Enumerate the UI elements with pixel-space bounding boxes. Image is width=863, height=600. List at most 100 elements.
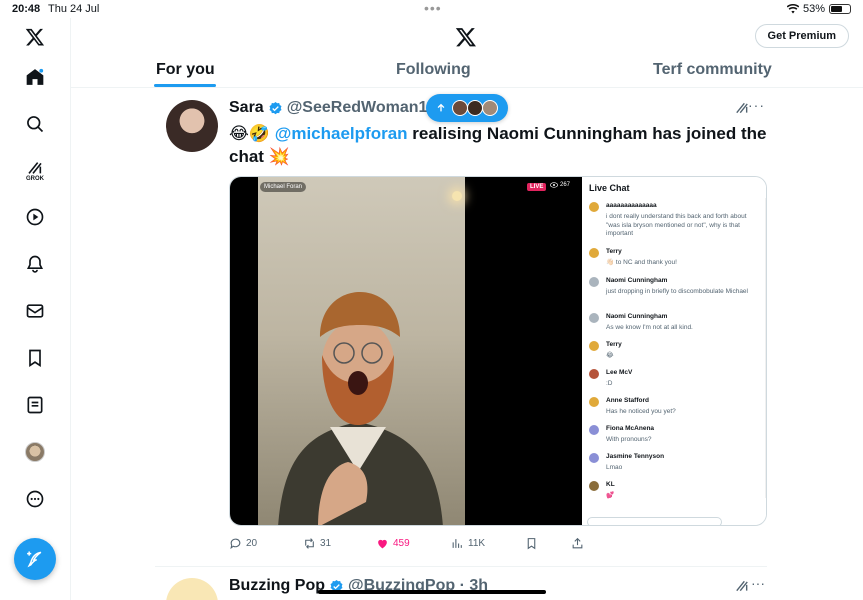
battery-percent: 53% — [802, 3, 825, 15]
home-indicator[interactable] — [318, 590, 546, 594]
new-posts-pill[interactable] — [426, 94, 508, 122]
author-name[interactable]: Sara — [229, 99, 264, 117]
sidebar-item-lists[interactable] — [22, 392, 48, 418]
host-tag: Michael Foran — [260, 182, 307, 192]
sidebar-item-explore[interactable] — [22, 111, 48, 137]
bookmark-button[interactable] — [525, 537, 538, 550]
chat-message-text: :D — [606, 380, 613, 387]
sidebar-item-videos[interactable] — [22, 204, 48, 230]
heart-icon — [378, 539, 387, 549]
repost-icon — [305, 538, 314, 549]
sidebar-item-home[interactable] — [22, 64, 48, 90]
bell-icon — [26, 255, 44, 273]
sidebar: GROK — [0, 18, 71, 600]
author-name[interactable]: Buzzing Pop — [229, 577, 325, 595]
chat-username: Naomi Cunningham — [606, 277, 668, 284]
mention-link[interactable]: @michaelpforan — [275, 124, 408, 143]
views-icon — [452, 539, 462, 548]
repost-button[interactable]: 31 — [303, 537, 331, 550]
bookmark-icon — [527, 538, 536, 550]
chat-message-text: 👋🏻 to NC and thank you! — [606, 259, 677, 266]
multitasking-dots[interactable]: ••• — [424, 0, 442, 16]
chat-message-text: Has he noticed you yet? — [606, 408, 676, 415]
chat-message-text: As we know I'm not at all kind. — [606, 324, 693, 331]
tweet-media[interactable]: Michael Foran LIVE 267 Live Chat aaaaaaa… — [229, 176, 767, 526]
chat-message: Lee McV :D — [589, 368, 757, 394]
like-button[interactable]: 459 — [376, 537, 410, 550]
more-options-icon[interactable]: ··· — [748, 97, 765, 113]
chat-message: Naomi Cunningham As we know I'm not at al… — [589, 312, 757, 338]
avatar[interactable] — [166, 578, 218, 600]
chat-message: Terry 👋🏻 to NC and thank you! — [589, 247, 757, 273]
status-time: 20:48 — [12, 3, 41, 15]
arrow-up-icon — [437, 103, 445, 112]
tab-terf-community[interactable]: Terf community — [653, 61, 772, 79]
play-icon — [26, 208, 44, 226]
chat-avatar-icon — [589, 481, 599, 491]
sidebar-item-bookmarks[interactable] — [22, 345, 48, 371]
video-presenter-image — [278, 292, 443, 525]
grok-explain-icon[interactable] — [735, 579, 749, 596]
get-premium-button[interactable]: Get Premium — [754, 24, 849, 48]
chat-username: Naomi Cunningham — [606, 313, 668, 320]
grok-explain-icon[interactable] — [735, 101, 749, 118]
chat-scrollbar[interactable] — [765, 198, 766, 498]
sidebar-item-grok[interactable]: GROK — [22, 158, 48, 184]
avatar — [482, 100, 498, 116]
chat-input[interactable] — [587, 517, 722, 525]
tweet-text: 😂🤣 @michaelpforan realising Naomi Cunnin… — [229, 122, 769, 168]
active-tab-indicator — [154, 84, 216, 87]
chat-username: Lee McV — [606, 369, 633, 376]
chat-message: Anne Stafford Has he noticed you yet? — [589, 396, 757, 422]
share-button[interactable] — [571, 537, 584, 550]
chat-message-text: i dont really understand this back and f… — [606, 213, 747, 237]
viewer-count-value: 267 — [560, 182, 571, 188]
live-badge: LIVE — [527, 183, 547, 191]
chat-avatar-icon — [589, 341, 599, 351]
avatar-icon — [25, 442, 45, 462]
more-options-icon[interactable]: ··· — [751, 575, 765, 591]
compose-post-button[interactable] — [14, 538, 56, 580]
wifi-icon — [786, 4, 799, 14]
eye-icon — [550, 182, 558, 188]
chat-message: Terry 😂 — [589, 340, 757, 366]
video-lamp — [452, 191, 462, 201]
verified-badge-icon — [269, 101, 282, 114]
sidebar-item-more[interactable] — [22, 486, 48, 512]
chat-title: Live Chat — [589, 183, 630, 193]
chat-message-text: 💕 — [606, 492, 615, 499]
tab-following[interactable]: Following — [396, 61, 471, 79]
tweet-actions: 20 31 459 11K — [229, 537, 589, 551]
chat-username: Fiona McAnena — [606, 425, 655, 432]
grok-label: GROK — [26, 175, 44, 182]
avatar[interactable] — [166, 100, 218, 152]
chat-message: Jasmine Tennyson Lmao — [589, 452, 757, 478]
tweet-emojis: 😂🤣 — [229, 124, 271, 143]
sidebar-item-notifications[interactable] — [22, 251, 48, 277]
status-date: Thu 24 Jul — [48, 3, 100, 15]
chat-avatar-icon — [589, 397, 599, 407]
chat-avatar-icon — [589, 453, 599, 463]
chat-username: Terry — [606, 248, 622, 255]
x-logo-center-icon[interactable] — [455, 26, 477, 53]
chat-message: Fiona McAnena With pronouns? — [589, 424, 757, 450]
chat-username: Anne Stafford — [606, 397, 649, 404]
chat-username: Jasmine Tennyson — [606, 453, 665, 460]
more-circle-icon — [26, 490, 44, 508]
search-icon — [27, 116, 44, 133]
author-handle[interactable]: @SeeRedWoman1 — [287, 99, 428, 117]
views-button[interactable]: 11K — [451, 537, 485, 550]
x-logo-icon[interactable] — [22, 24, 48, 50]
share-icon — [572, 537, 583, 549]
avatar — [467, 100, 483, 116]
chat-message: KL 💕 — [589, 480, 757, 506]
chat-message: Naomi Cunningham just dropping in briefly… — [589, 276, 757, 302]
viewer-count: 267 — [550, 182, 570, 188]
sidebar-item-profile[interactable] — [22, 439, 48, 465]
chat-avatar-icon — [589, 313, 599, 323]
reply-button[interactable]: 20 — [229, 537, 257, 550]
live-video[interactable]: Michael Foran LIVE 267 — [230, 177, 582, 525]
tab-for-you[interactable]: For you — [156, 61, 215, 79]
tweet-trailing-emoji: 💥 — [268, 147, 290, 166]
sidebar-item-messages[interactable] — [22, 298, 48, 324]
